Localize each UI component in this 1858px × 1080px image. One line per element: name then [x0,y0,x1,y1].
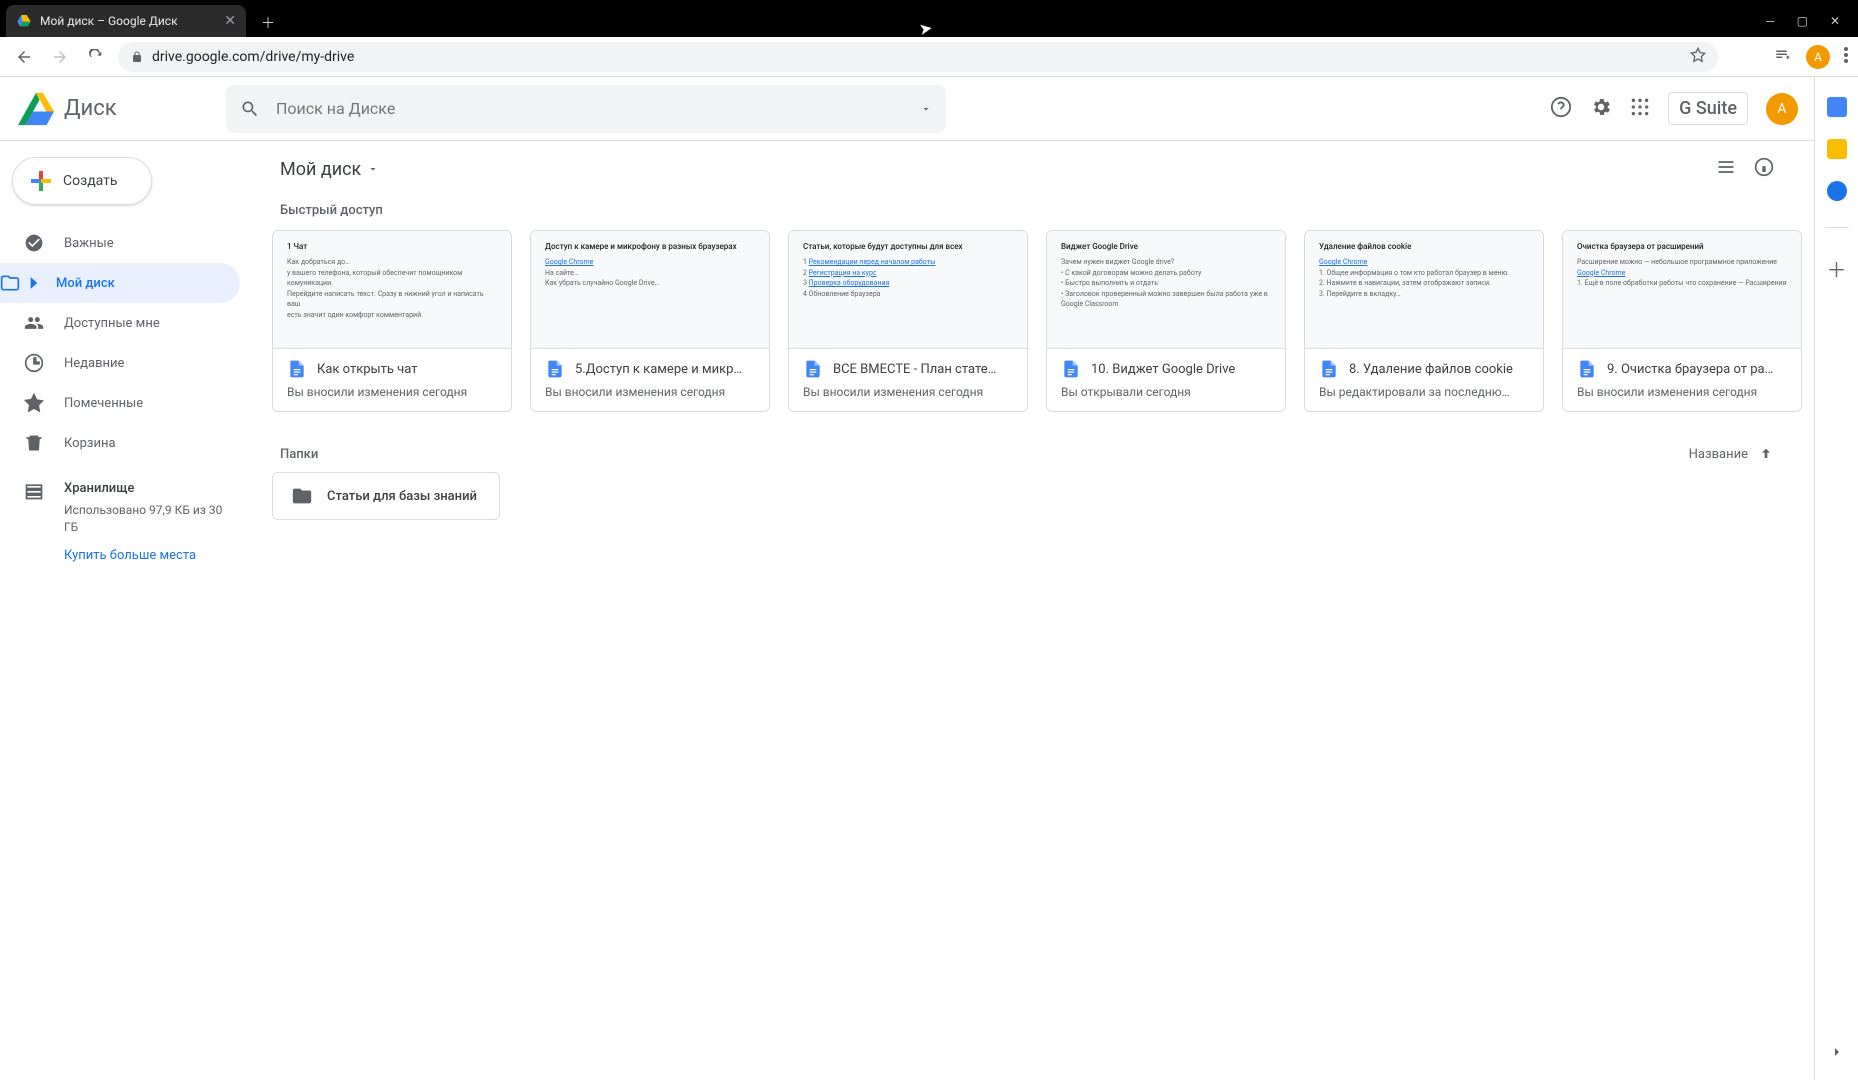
card-meta: Вы вносили изменения сегодня [287,385,497,399]
drive-logo[interactable]: Диск [16,89,226,129]
star-icon[interactable] [1690,47,1706,67]
card-thumbnail: Удаление файлов cookieGoogle Chrome1. Об… [1305,231,1543,349]
calendar-icon[interactable] [1827,97,1847,117]
card-thumbnail: Очистка браузера от расширенийРасширение… [1563,231,1801,349]
addons-icon[interactable]: ＋ [1827,254,1847,283]
address-bar: drive.google.com/drive/my-drive А [0,37,1858,77]
card-meta: Вы открывали сегодня [1061,385,1271,399]
gsuite-badge[interactable]: G Suite [1668,92,1748,125]
view-list-icon[interactable] [1716,157,1736,181]
new-tab-button[interactable]: ＋ [254,9,282,37]
card-name: 8. Удаление файлов cookie [1349,362,1513,377]
card-thumbnail: Доступ к камере и микрофону в разных бра… [531,231,769,349]
browser-titlebar: Мой диск – Google Диск ✕ ＋ ─ ▢ ✕ [0,0,1858,37]
card-name: ВСЕ ВМЕСТЕ - План стате… [833,362,996,377]
nav-reload-icon[interactable] [82,43,110,71]
sidebar-storage[interactable]: Хранилище Использовано 97,9 КБ из 30 ГБ … [0,467,256,577]
drive-favicon [16,13,32,29]
card-thumbnail: Статьи, которые будут доступны для всех1… [789,231,1027,349]
tab-close-icon[interactable]: ✕ [224,13,236,29]
folder-icon [291,485,313,507]
card-name: Как открыть чат [317,362,417,377]
app-header: Диск G Suite А [0,77,1814,141]
plus-icon [29,169,53,193]
sidebar-item-priority[interactable]: Важные [0,223,240,263]
docs-icon [287,359,307,379]
card-meta: Вы вносили изменения сегодня [803,385,1013,399]
window-minimize-icon[interactable]: ─ [1766,14,1775,28]
sidebar-item-shared[interactable]: Доступные мне [0,303,240,343]
media-control-icon[interactable] [1774,46,1792,68]
keep-icon[interactable] [1827,139,1847,159]
docs-icon [803,359,823,379]
apps-grid-icon[interactable] [1630,97,1650,121]
search-icon [240,99,260,119]
docs-icon [1061,359,1081,379]
help-icon[interactable] [1550,96,1572,122]
settings-icon[interactable] [1590,96,1612,122]
card-name: 10. Виджет Google Drive [1091,362,1235,377]
side-panel: ＋ [1814,77,1858,1080]
tasks-icon[interactable] [1827,181,1847,201]
folder-name: Статьи для базы знаний [327,489,477,504]
chevron-down-icon [367,163,379,175]
details-icon[interactable] [1754,157,1774,181]
window-maximize-icon[interactable]: ▢ [1797,14,1808,28]
quick-access-title: Быстрый доступ [260,197,1814,230]
card-meta: Вы вносили изменения сегодня [1577,385,1787,399]
card-meta: Вы редактировали за последню… [1319,385,1529,399]
sidebar-item-trash[interactable]: Корзина [0,423,240,463]
product-name: Диск [64,96,117,121]
kebab-menu-icon[interactable] [1844,47,1848,67]
drive-logo-icon [16,89,56,129]
sort-control[interactable]: Название [1689,446,1794,462]
search-box[interactable] [226,85,946,133]
content-area: Мой диск Быстрый доступ 1 ЧатКак добрать… [256,141,1814,1080]
quick-access-card[interactable]: 1 ЧатКак добраться до…у вашего телефона,… [272,230,512,412]
profile-avatar[interactable]: А [1806,45,1830,69]
tab-title: Мой диск – Google Диск [40,14,216,28]
card-name: 5.Доступ к камере и микр… [575,362,742,377]
window-close-icon[interactable]: ✕ [1830,14,1840,28]
browser-tab[interactable]: Мой диск – Google Диск ✕ [6,5,246,37]
docs-icon [1319,359,1339,379]
sidepanel-expand-icon[interactable] [1829,1044,1845,1064]
sidebar-item-my-drive[interactable]: Мой диск [0,263,240,303]
storage-icon [24,481,44,501]
docs-icon [1577,359,1597,379]
search-options-icon[interactable] [920,103,932,115]
buy-storage-link[interactable]: Купить больше места [64,548,232,563]
sidebar: Создать Важные Мой диск Доступные мне [0,141,256,1080]
card-thumbnail: Виджет Google DriveЗачем нужен виджет Go… [1047,231,1285,349]
nav-forward-icon[interactable] [46,43,74,71]
lock-icon [130,51,144,63]
quick-access-card[interactable]: Очистка браузера от расширенийРасширение… [1562,230,1802,412]
quick-access-card[interactable]: Статьи, которые будут доступны для всех1… [788,230,1028,412]
nav-back-icon[interactable] [10,43,38,71]
quick-access-card[interactable]: Виджет Google DriveЗачем нужен виджет Go… [1046,230,1286,412]
quick-access-card[interactable]: Доступ к камере и микрофону в разных бра… [530,230,770,412]
card-name: 9. Очистка браузера от ра… [1607,362,1773,377]
card-meta: Вы вносили изменения сегодня [545,385,755,399]
new-button[interactable]: Создать [12,157,152,205]
folder-chip[interactable]: Статьи для базы знаний [272,472,500,520]
omnibox[interactable]: drive.google.com/drive/my-drive [118,42,1718,72]
search-input[interactable] [276,99,904,118]
url-text: drive.google.com/drive/my-drive [152,49,354,65]
folders-title: Папки [280,447,318,462]
sidebar-item-starred[interactable]: Помеченные [0,383,240,423]
card-thumbnail: 1 ЧатКак добраться до…у вашего телефона,… [273,231,511,349]
arrow-up-icon [1758,446,1774,462]
quick-access-card[interactable]: Удаление файлов cookieGoogle Chrome1. Об… [1304,230,1544,412]
account-avatar[interactable]: А [1766,93,1798,125]
sidebar-item-recent[interactable]: Недавние [0,343,240,383]
breadcrumb[interactable]: Мой диск [280,159,379,180]
docs-icon [545,359,565,379]
